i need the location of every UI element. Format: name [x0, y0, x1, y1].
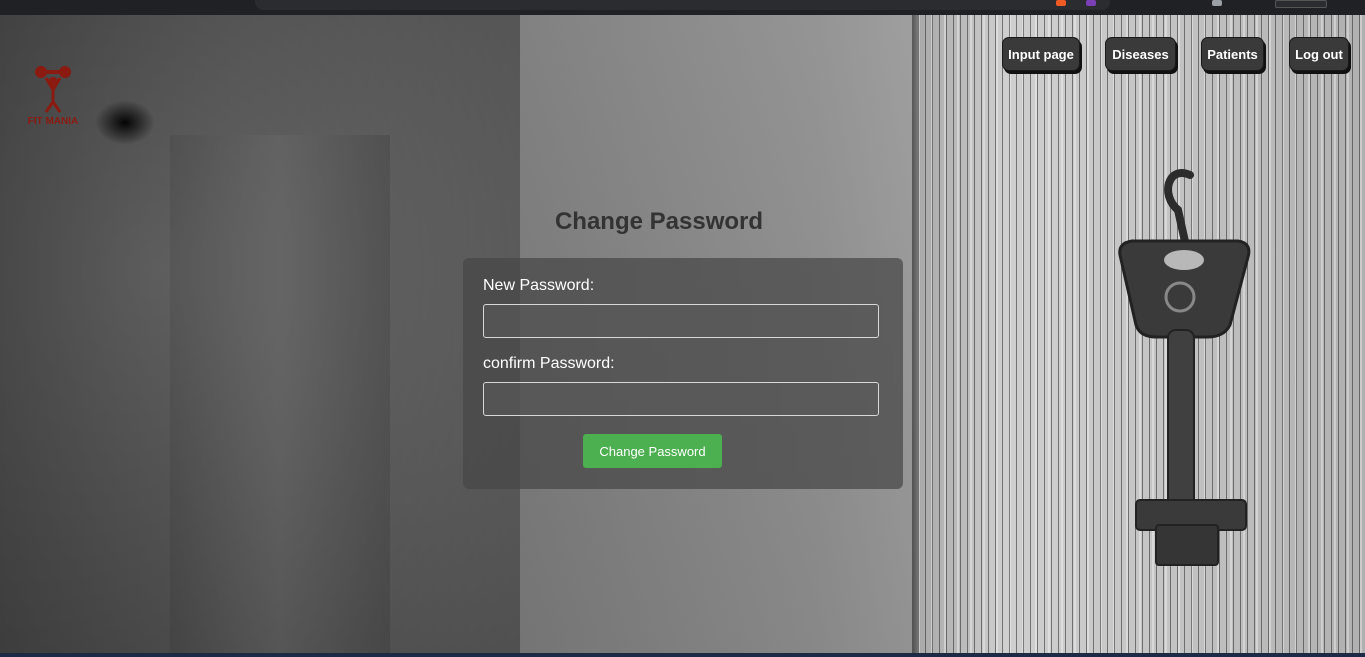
confirm-password-label: confirm Password: [483, 355, 615, 372]
taskbar-edge [0, 653, 1365, 657]
bg-dark-spot [95, 100, 155, 145]
address-bar[interactable] [255, 0, 1110, 10]
new-password-label: New Password: [483, 277, 595, 294]
confirm-password-field[interactable] [483, 382, 879, 416]
change-password-card: New Password: confirm Password: Change P… [463, 258, 903, 489]
change-password-button[interactable]: Change Password [583, 434, 722, 468]
nav-diseases-button[interactable]: Diseases [1105, 37, 1176, 71]
window-icon[interactable] [1212, 0, 1222, 6]
page-background: FIT MANIA Input page Diseases Patients L… [0, 15, 1365, 653]
extension-icon[interactable] [1086, 0, 1096, 6]
profile-button[interactable] [1275, 0, 1327, 8]
nav-patients-button[interactable]: Patients [1201, 37, 1264, 71]
browser-toolbar [0, 0, 1365, 15]
page-title: Change Password [554, 208, 764, 235]
new-password-field[interactable] [483, 304, 879, 338]
weightlifter-icon: FIT MANIA [28, 66, 79, 127]
nav-logout-button[interactable]: Log out [1289, 37, 1349, 71]
brave-shield-icon[interactable] [1056, 0, 1066, 6]
logo-text: FIT MANIA [28, 116, 79, 127]
nav-input-page-button[interactable]: Input page [1002, 37, 1080, 71]
